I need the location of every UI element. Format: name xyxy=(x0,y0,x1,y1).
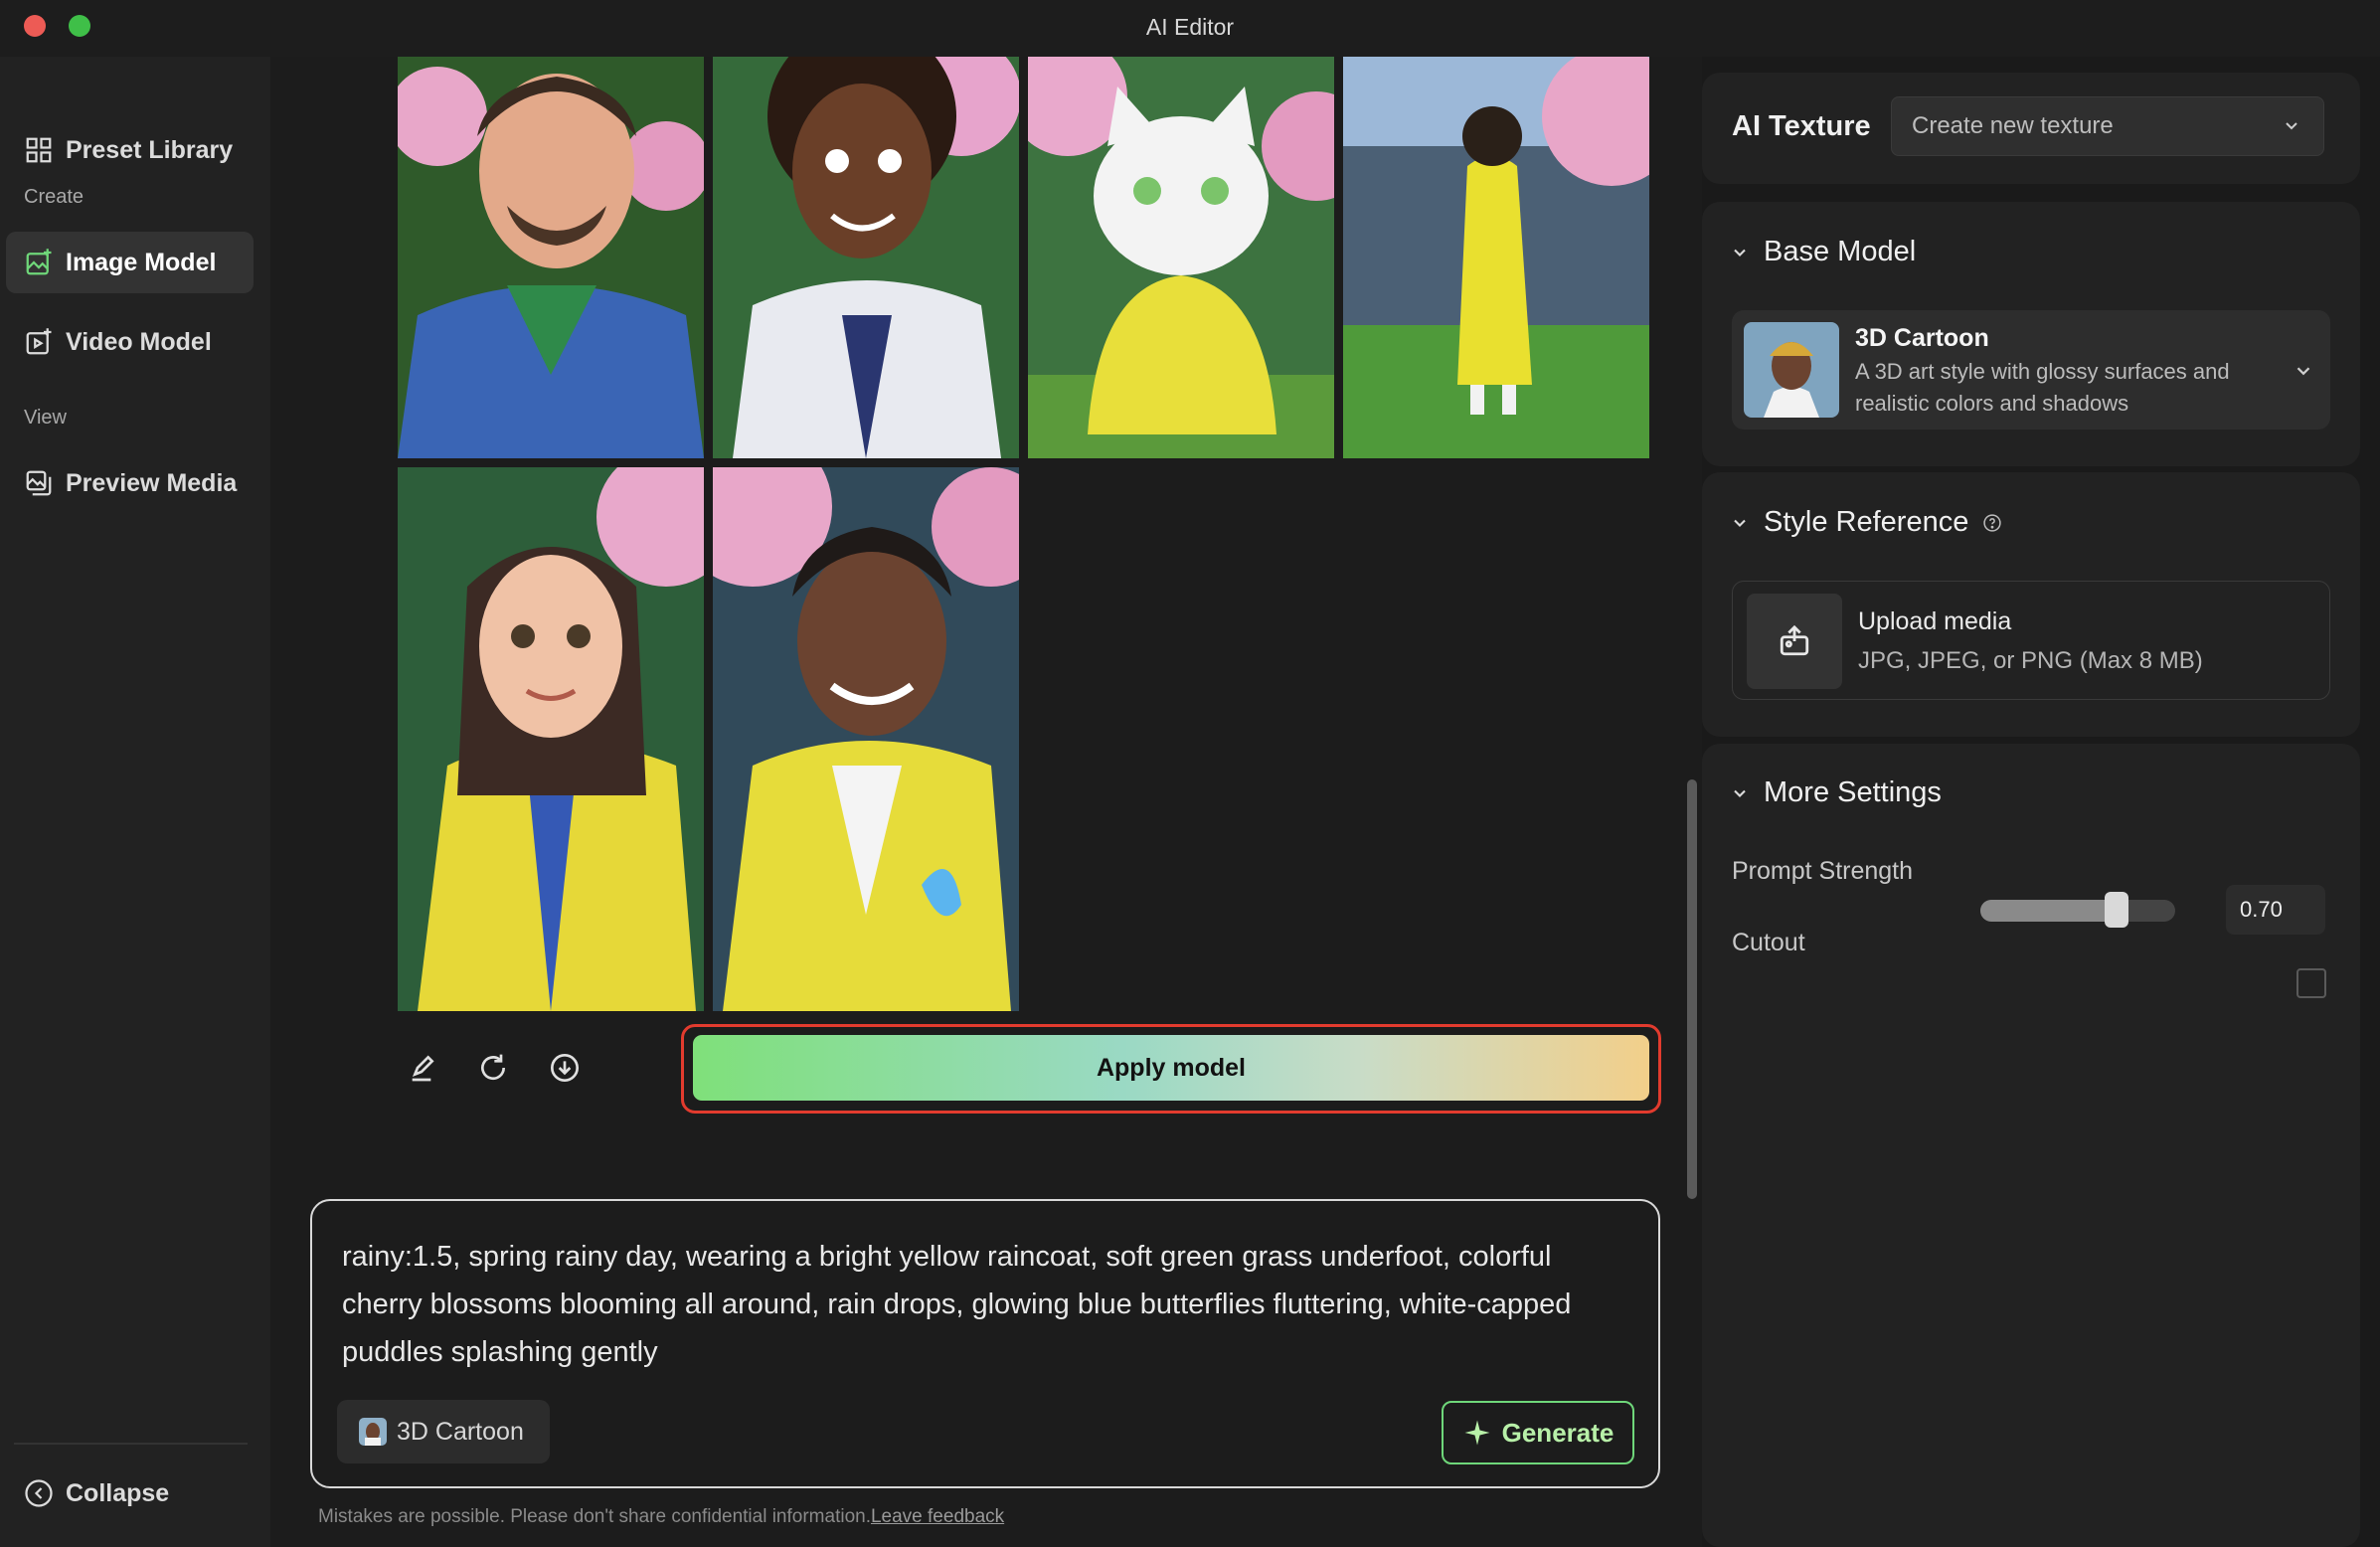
prompt-strength-slider[interactable] xyxy=(1980,900,2175,922)
window-title: AI Editor xyxy=(1145,14,1235,40)
edit-icon[interactable] xyxy=(402,1048,441,1088)
upload-subtitle: JPG, JPEG, or PNG (Max 8 MB) xyxy=(1858,647,2203,674)
man-yellow-jacket-image xyxy=(713,467,1019,1011)
sidebar-item-preset-library[interactable]: Preset Library xyxy=(6,119,254,181)
woman-yellow-jacket-image xyxy=(398,467,704,1011)
prompt-box[interactable]: rainy:1.5, spring rainy day, wearing a b… xyxy=(310,1199,1660,1488)
model-description: A 3D art style with glossy surfaces and … xyxy=(1855,359,2230,416)
chevron-left-circle-icon xyxy=(25,1479,53,1507)
chevron-down-icon xyxy=(1734,519,1746,527)
refresh-icon[interactable] xyxy=(473,1048,513,1088)
man-hoodie-image xyxy=(398,57,704,458)
upload-media-dropzone[interactable]: Upload media JPG, JPEG, or PNG (Max 8 MB… xyxy=(1732,581,2330,700)
grid-icon xyxy=(26,137,52,163)
help-icon[interactable] xyxy=(1982,513,2002,533)
cutout-label: Cutout xyxy=(1732,929,1805,956)
prompt-input[interactable]: rainy:1.5, spring rainy day, wearing a b… xyxy=(342,1233,1634,1376)
upload-icon-box xyxy=(1747,594,1842,689)
style-reference-title: Style Reference xyxy=(1764,506,1969,538)
base-model-card: Base Model 3D Cartoon A 3D art style wit… xyxy=(1702,202,2360,466)
slider-thumb[interactable] xyxy=(2105,892,2129,928)
model-thumbnail xyxy=(1744,322,1839,418)
gallery-image-5[interactable] xyxy=(398,467,704,1011)
gallery-image-3[interactable] xyxy=(1028,57,1334,458)
model-thumbnail xyxy=(359,1418,387,1446)
gallery-image-1[interactable] xyxy=(398,57,704,458)
section-label-create: Create xyxy=(24,186,85,208)
texture-select-value: Create new texture xyxy=(1912,112,2114,139)
base-model-title: Base Model xyxy=(1764,236,1917,267)
disclaimer-text: Mistakes are possible. Please don't shar… xyxy=(318,1506,871,1527)
chevron-down-icon xyxy=(2296,367,2310,376)
sidebar: Preset Library Create Image Model Video … xyxy=(0,57,270,1547)
cutout-checkbox[interactable] xyxy=(2296,968,2326,998)
sidebar-item-label: Video Model xyxy=(66,327,212,356)
sidebar-item-label: Preset Library xyxy=(66,135,234,164)
sidebar-divider xyxy=(14,1443,248,1445)
title-bar: AI Editor xyxy=(0,0,2380,57)
style-reference-card: Style Reference Upload media JPG, JPEG, … xyxy=(1702,472,2360,737)
texture-select[interactable]: Create new texture xyxy=(1891,96,2324,156)
prompt-strength-value[interactable]: 0.70 xyxy=(2226,885,2325,935)
child-raincoat-image xyxy=(1343,57,1649,458)
slider-fill xyxy=(1980,900,2118,922)
ai-texture-card: AI Texture Create new texture xyxy=(1702,73,2360,184)
sparkle-icon xyxy=(1464,1420,1490,1446)
ai-texture-label: AI Texture xyxy=(1732,110,1871,142)
download-icon[interactable] xyxy=(545,1048,585,1088)
image-sparkle-icon xyxy=(26,249,52,275)
more-settings-header[interactable]: More Settings xyxy=(1730,776,1942,809)
base-model-header[interactable]: Base Model xyxy=(1730,236,1916,268)
upload-image-icon xyxy=(1780,624,1809,656)
base-model-select[interactable]: 3D Cartoon A 3D art style with glossy su… xyxy=(1732,310,2330,430)
woman-jacket-image xyxy=(713,57,1019,458)
section-label-view: View xyxy=(24,407,67,429)
upload-title: Upload media xyxy=(1858,607,2012,635)
gallery-image-4[interactable] xyxy=(1343,57,1649,458)
sidebar-item-label: Image Model xyxy=(66,248,217,276)
sidebar-item-video-model[interactable]: Video Model xyxy=(6,311,254,373)
collapse-label: Collapse xyxy=(66,1478,170,1507)
video-sparkle-icon xyxy=(26,328,52,355)
model-chip[interactable]: 3D Cartoon xyxy=(337,1400,550,1463)
gallery-image-6[interactable] xyxy=(713,467,1019,1011)
more-settings-title: More Settings xyxy=(1764,776,1942,808)
style-reference-header[interactable]: Style Reference xyxy=(1730,506,2002,539)
prompt-strength-label: Prompt Strength xyxy=(1732,857,1914,885)
disclaimer: Mistakes are possible. Please don't shar… xyxy=(318,1506,1004,1528)
scrollbar[interactable] xyxy=(1687,779,1697,1199)
cat-raincoat-image xyxy=(1028,57,1334,458)
collapse-button[interactable]: Collapse xyxy=(6,1462,254,1524)
chevron-down-icon xyxy=(1734,789,1746,797)
chevron-down-icon xyxy=(1734,249,1746,257)
generate-label: Generate xyxy=(1501,1417,1615,1448)
model-name: 3D Cartoon xyxy=(1855,324,1989,352)
leave-feedback-link[interactable]: Leave feedback xyxy=(871,1506,1004,1527)
preview-media-icon xyxy=(26,470,52,496)
more-settings-card: More Settings Prompt Strength 0.70 Cutou… xyxy=(1702,744,2360,1547)
chevron-down-icon xyxy=(2286,122,2297,130)
sidebar-item-preview-media[interactable]: Preview Media xyxy=(6,452,254,514)
sidebar-item-image-model[interactable]: Image Model xyxy=(6,232,254,293)
generate-button[interactable]: Generate xyxy=(1442,1401,1634,1464)
model-chip-label: 3D Cartoon xyxy=(397,1417,524,1446)
gallery-image-2[interactable] xyxy=(713,57,1019,458)
apply-model-button[interactable]: Apply model xyxy=(693,1035,1649,1101)
sidebar-item-label: Preview Media xyxy=(66,468,238,497)
